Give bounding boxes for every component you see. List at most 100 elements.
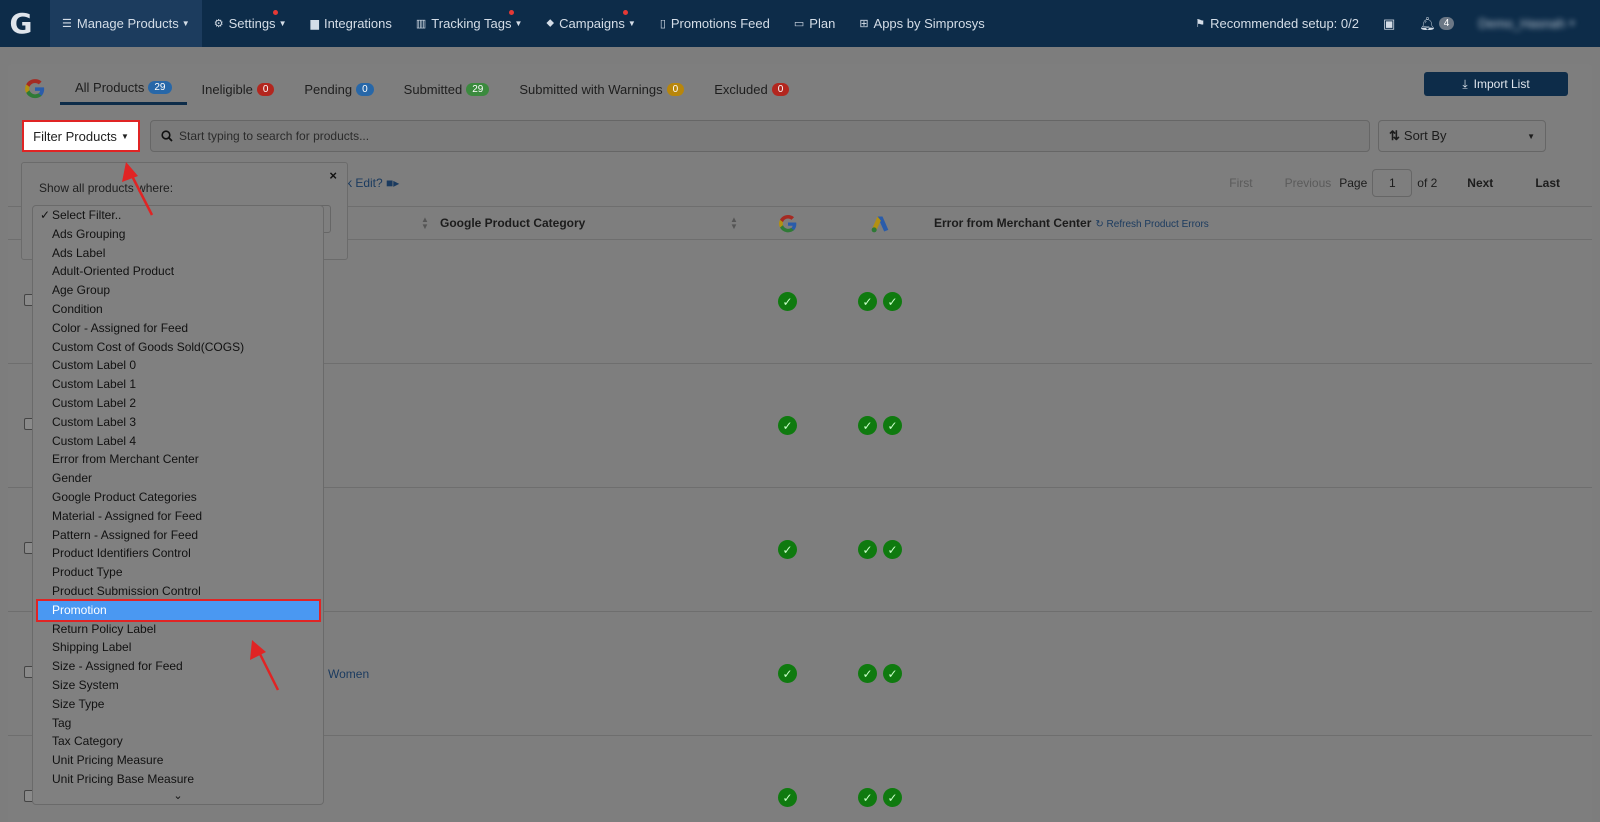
tab-label: Pending <box>304 81 353 97</box>
filter-option-label: Tag <box>52 715 72 730</box>
import-list-button[interactable]: ⤓ Import List <box>1424 72 1568 96</box>
filter-option-product-type[interactable]: Product Type <box>33 563 323 582</box>
tab-ineligible[interactable]: Ineligible 0 <box>187 73 290 105</box>
column-google-product-category[interactable]: Google Product Category <box>440 216 585 230</box>
close-icon[interactable]: × <box>329 168 337 183</box>
nav-item-label: Settings <box>228 16 276 31</box>
filter-option-select-filter[interactable]: ✓ Select Filter.. <box>33 206 323 225</box>
filter-option-ads-label[interactable]: Ads Label <box>33 244 323 263</box>
filter-option-custom-label-4[interactable]: Custom Label 4 <box>33 432 323 451</box>
nav-menu: ☰ Manage Products ▼ ⚙ Settings ▼ ▆ Integrations… <box>50 0 997 47</box>
page-label: Page <box>1339 176 1368 190</box>
filter-option-gender[interactable]: Gender <box>33 469 323 488</box>
filter-option-ads-grouping[interactable]: Ads Grouping <box>33 225 323 244</box>
nav-item-settings[interactable]: ⚙ Settings ▼ <box>202 0 299 47</box>
sort-icon: ⇅ <box>1389 128 1400 143</box>
nav-item-manage-products[interactable]: ☰ Manage Products ▼ <box>50 0 202 47</box>
recommended-setup-label: Recommended setup: 0/2 <box>1210 16 1359 31</box>
sort-by-select[interactable]: ⇅ Sort By ▼ <box>1378 120 1546 152</box>
filter-option-unit-pricing-base-measure[interactable]: Unit Pricing Base Measure <box>33 770 323 789</box>
filter-option-product-identifiers-control[interactable]: Product Identifiers Control <box>33 544 323 563</box>
alert-dot-icon <box>273 10 279 15</box>
filter-option-label: Color - Assigned for Feed <box>52 320 189 335</box>
filter-option-age-group[interactable]: Age Group <box>33 281 323 300</box>
filter-option-label: Custom Label 3 <box>52 414 137 429</box>
filter-option-material-assigned-for-feed[interactable]: Material - Assigned for Feed <box>33 507 323 526</box>
filter-option-label: Select Filter.. <box>52 208 122 222</box>
gear-icon: ⚙ <box>213 18 224 30</box>
category-link[interactable]: Women <box>328 667 369 681</box>
download-icon: ⤓ <box>1462 76 1468 91</box>
nav-item-label: Campaigns <box>559 16 625 31</box>
filter-option-condition[interactable]: Condition <box>33 300 323 319</box>
app-logo[interactable]: G <box>0 0 42 47</box>
filter-option-unit-pricing-measure[interactable]: Unit Pricing Measure <box>33 751 323 770</box>
filter-option-label: Product Type <box>52 565 123 580</box>
caret-down-icon: ▼ <box>514 19 523 28</box>
filter-options: ✓ Select Filter.. Ads Grouping Ads Label Adu… <box>33 206 323 789</box>
filter-option-error-from-merchant-center[interactable]: Error from Merchant Center <box>33 450 323 469</box>
filter-option-size-type[interactable]: Size Type <box>33 695 323 714</box>
filter-option-label: Custom Cost of Goods Sold(COGS) <box>52 339 245 354</box>
filter-option-label: Custom Label 1 <box>52 377 137 392</box>
filter-option-custom-cost-of-goods-sold-cogs[interactable]: Custom Cost of Goods Sold(COGS) <box>33 338 323 357</box>
sort-arrows-icon[interactable]: ▲ ▼ <box>421 216 429 231</box>
page-total: of 2 <box>1417 176 1438 190</box>
filter-option-product-submission-control[interactable]: Product Submission Control <box>33 582 323 601</box>
filter-option-custom-label-2[interactable]: Custom Label 2 <box>33 394 323 413</box>
tab-submitted[interactable]: Submitted 29 <box>389 73 505 105</box>
nav-item-plan[interactable]: ▭ Plan <box>782 0 847 47</box>
nav-item-apps-by-simprosys[interactable]: ⊞ Apps by Simprosys <box>847 0 996 47</box>
grid-icon: ⊞ <box>859 18 869 30</box>
caret-down-icon: ▼ <box>627 19 636 28</box>
tab-label: Ineligible <box>201 81 253 97</box>
sort-arrows-icon[interactable]: ▲ ▼ <box>730 216 738 231</box>
search-box <box>150 120 1370 152</box>
tab-submitted-with-warnings[interactable]: Submitted with Warnings 0 <box>504 73 699 105</box>
filter-option-custom-label-1[interactable]: Custom Label 1 <box>33 375 323 394</box>
tab-excluded[interactable]: Excluded 0 <box>699 73 804 105</box>
nav-item-tracking-tags[interactable]: ▥ Tracking Tags ▼ <box>404 0 535 47</box>
tab-all-products[interactable]: All Products 29 <box>60 73 187 105</box>
filter-products-button[interactable]: Filter Products ▼ <box>22 120 140 152</box>
search-input[interactable] <box>179 129 1279 143</box>
refresh-errors-link[interactable]: ↻ Refresh Product Errors <box>1095 219 1208 230</box>
last-page-link[interactable]: Last <box>1535 176 1560 190</box>
google-icon <box>25 79 45 99</box>
filter-option-pattern-assigned-for-feed[interactable]: Pattern - Assigned for Feed <box>33 526 323 545</box>
notification-count: 4 <box>1438 17 1455 30</box>
filter-option-tag[interactable]: Tag <box>33 714 323 733</box>
nav-item-label: Promotions Feed <box>670 16 770 31</box>
filter-option-custom-label-3[interactable]: Custom Label 3 <box>33 413 323 432</box>
credit-card-icon: ▭ <box>793 18 805 30</box>
caret-down-icon: ▼ <box>181 19 190 28</box>
tab-pending[interactable]: Pending 0 <box>289 73 388 105</box>
contact-card-button[interactable]: ▣ <box>1371 0 1407 47</box>
filter-option-adult-oriented-product[interactable]: Adult-Oriented Product <box>33 262 323 281</box>
first-page-link[interactable]: First <box>1229 176 1252 190</box>
notifications-button[interactable]: 🔔︎ 4 <box>1407 0 1466 47</box>
filter-option-custom-label-0[interactable]: Custom Label 0 <box>33 356 323 375</box>
page-number-input[interactable]: 1 <box>1372 169 1413 197</box>
refresh-errors-label: Refresh Product Errors <box>1106 219 1209 230</box>
next-page-link[interactable]: Next <box>1467 176 1493 190</box>
tab-count-badge: 0 <box>256 82 275 96</box>
filter-option-color-assigned-for-feed[interactable]: Color - Assigned for Feed <box>33 319 323 338</box>
scroll-down-icon[interactable]: ⌄ <box>33 790 323 804</box>
filter-option-label: Pattern - Assigned for Feed <box>52 527 199 542</box>
filter-option-promotion[interactable]: Promotion <box>36 598 321 622</box>
filter-option-label: Product Identifiers Control <box>52 546 191 561</box>
user-menu[interactable]: Demo_Hasnah ▼ <box>1466 0 1588 47</box>
recommended-setup[interactable]: ⚑ Recommended setup: 0/2 <box>1183 0 1371 47</box>
nav-item-integrations[interactable]: ▆ Integrations <box>298 0 403 47</box>
filter-option-tax-category[interactable]: Tax Category <box>33 732 323 751</box>
previous-page-link[interactable]: Previous <box>1285 176 1332 190</box>
video-camera-icon: ■▸ <box>386 176 400 190</box>
bulk-edit-link[interactable]: k Edit? ■▸ <box>346 176 399 190</box>
filter-option-return-policy-label[interactable]: Return Policy Label <box>33 620 323 639</box>
filter-option-label: Adult-Oriented Product <box>52 264 175 279</box>
filter-option-google-product-categories[interactable]: Google Product Categories <box>33 488 323 507</box>
nav-item-campaigns[interactable]: ⬥ Campaigns ▼ <box>534 0 647 47</box>
nav-item-promotions-feed[interactable]: ▯ Promotions Feed <box>648 0 782 47</box>
id-card-icon: ▣ <box>1382 15 1396 31</box>
